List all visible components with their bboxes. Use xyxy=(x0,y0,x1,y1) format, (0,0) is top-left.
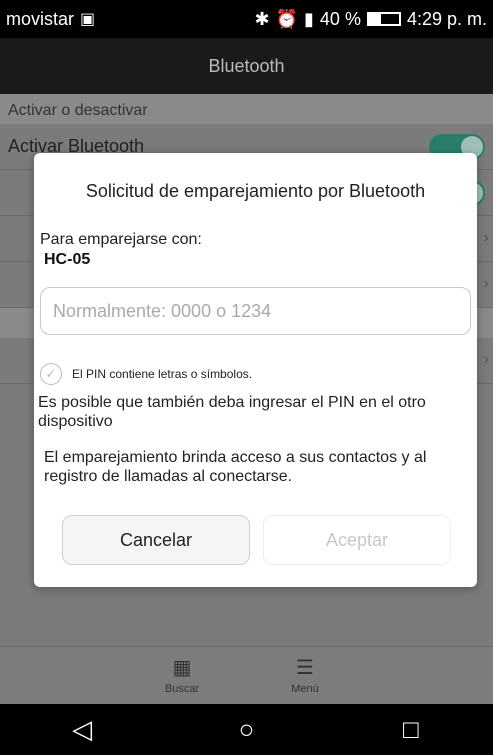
check-icon: ✓ xyxy=(40,363,62,385)
chevron-right-icon: › xyxy=(483,229,489,246)
pairing-dialog: Solicitud de emparejamiento por Bluetoot… xyxy=(34,153,477,587)
pin-input[interactable] xyxy=(40,287,471,335)
bluetooth-icon: ✱ xyxy=(254,8,270,29)
home-icon[interactable]: ○ xyxy=(226,714,266,745)
bottom-toolbar: ▦ Buscar ☰ Menú xyxy=(0,646,493,705)
battery-icon xyxy=(366,12,401,26)
clock: 4:29 p. m. xyxy=(406,8,487,29)
battery-percent: 40 % xyxy=(319,8,361,29)
dialog-title: Solicitud de emparejamiento por Bluetoot… xyxy=(85,181,426,201)
section-header: Activar o desactivar xyxy=(0,94,493,124)
checkbox-label: El PIN contiene letras o símbolos. xyxy=(72,367,253,381)
carrier-name: movistar xyxy=(6,8,75,29)
search-tab-label: Buscar xyxy=(164,683,200,695)
navigation-bar: ◁ ○ □ xyxy=(0,704,493,755)
chevron-right-icon: › xyxy=(483,351,489,368)
back-icon[interactable]: ◁ xyxy=(62,714,102,745)
app-title-bar: Bluetooth xyxy=(0,38,493,94)
chevron-right-icon: › xyxy=(483,275,489,292)
recents-icon[interactable]: □ xyxy=(391,714,431,745)
page-title: Bluetooth xyxy=(208,55,285,76)
device-name: HC-05 xyxy=(44,251,91,268)
access-note: El emparejamiento brinda acceso a sus co… xyxy=(44,449,427,485)
menu-tab-label: Menú xyxy=(291,683,319,695)
search-tab[interactable]: ▦ Buscar xyxy=(152,653,212,695)
menu-icon: ☰ xyxy=(296,657,314,679)
signal-icon: ▮ xyxy=(304,8,314,29)
status-bar: movistar ▣ ✱ ⏰ ▮ 40 % 4:29 p. m. xyxy=(0,0,493,38)
cancel-button[interactable]: Cancelar xyxy=(62,515,250,565)
image-notification-icon: ▣ xyxy=(80,11,96,28)
alarm-icon: ⏰ xyxy=(275,8,299,29)
pin-letters-checkbox[interactable]: ✓ El PIN contiene letras o símbolos. xyxy=(40,363,252,385)
menu-tab[interactable]: ☰ Menú xyxy=(275,653,335,695)
pair-with-label: Para emparejarse con: xyxy=(40,231,202,248)
search-icon: ▦ xyxy=(172,657,192,679)
pin-note: Es posible que también deba ingresar el … xyxy=(38,394,426,430)
accept-button[interactable]: Aceptar xyxy=(263,515,451,565)
